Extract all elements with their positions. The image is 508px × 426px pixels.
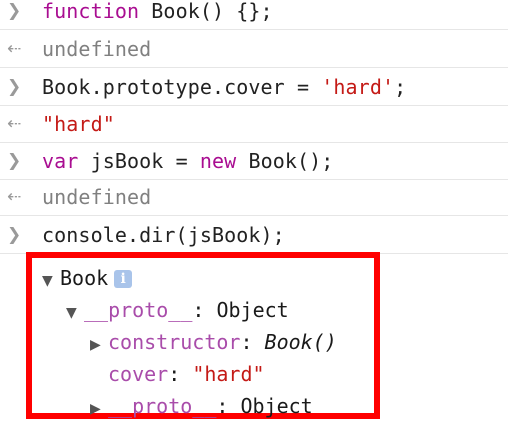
console-input-text[interactable]: Book.prototype.cover = 'hard';: [42, 75, 406, 99]
return-arrow-icon: ⇠: [7, 38, 22, 59]
object-tree-highlight: ▼ Book i ▼ __proto__: Object ▶ constructor: …: [26, 252, 380, 419]
console-output-text: "hard": [42, 111, 115, 136]
console-output-row: ⇠ "hard": [0, 105, 508, 143]
return-arrow-icon: ⇠: [7, 186, 22, 207]
tree-node-proto[interactable]: ▼ __proto__: Object: [66, 298, 289, 322]
console-output-text: undefined: [42, 184, 152, 209]
console-input-text[interactable]: console.dir(jsBook);: [42, 223, 285, 247]
return-arrow-icon: ⇠: [7, 113, 22, 134]
chevron-right-icon: ❯: [7, 224, 22, 245]
console-input-text[interactable]: var jsBook = new Book();: [42, 149, 333, 173]
triangle-down-icon[interactable]: ▼: [66, 305, 84, 321]
console-panel: ❯ function Book() {}; ⇠ undefined ❯ Book…: [0, 0, 508, 426]
tree-node-root[interactable]: ▼ Book i: [42, 266, 133, 290]
tree-node-constructor[interactable]: ▶ constructor: Book(): [90, 330, 337, 354]
chevron-right-icon: ❯: [7, 0, 22, 21]
console-input-row[interactable]: ❯ console.dir(jsBook);: [0, 216, 508, 254]
console-output-row: ⇠ undefined: [0, 178, 508, 216]
console-output-row: ⇠ undefined: [0, 30, 508, 68]
tree-node-cover: cover: "hard": [108, 362, 265, 386]
console-input-row[interactable]: ❯ function Book() {};: [0, 0, 508, 30]
chevron-right-icon: ❯: [7, 150, 22, 171]
triangle-down-icon[interactable]: ▼: [42, 273, 60, 289]
console-input-row[interactable]: ❯ var jsBook = new Book();: [0, 142, 508, 180]
triangle-right-icon[interactable]: ▶: [90, 337, 108, 353]
info-icon[interactable]: i: [114, 270, 133, 288]
chevron-right-icon: ❯: [7, 76, 22, 97]
tree-node-proto-nested[interactable]: ▶ __proto__: Object: [90, 394, 313, 418]
triangle-right-icon[interactable]: ▶: [90, 401, 108, 417]
console-output-text: undefined: [42, 36, 152, 61]
console-input-text[interactable]: function Book() {};: [42, 0, 273, 23]
console-input-row[interactable]: ❯ Book.prototype.cover = 'hard';: [0, 68, 508, 106]
